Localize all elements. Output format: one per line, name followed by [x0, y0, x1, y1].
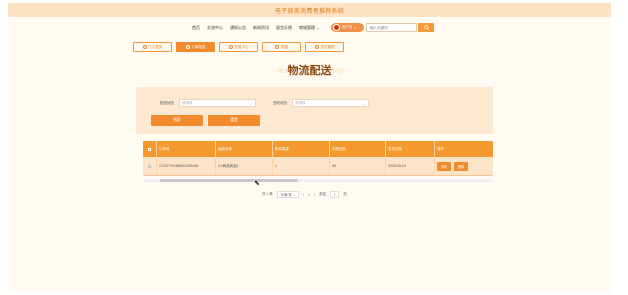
center-tabs: 个人首页 订单配送 充值中心 收藏 评论管理 [133, 42, 344, 52]
status-filter-select[interactable]: 请选择 ⌄ [179, 99, 256, 107]
receipt-filter-select[interactable]: 请选择 ⌄ [292, 99, 369, 107]
total-count: 共 1 条 [262, 192, 273, 196]
fee-cell: 96 [330, 157, 386, 175]
column-header: 订单号 [157, 141, 216, 157]
delete-button[interactable]: 删除 [454, 161, 468, 171]
goto-page-input[interactable]: 1 [330, 191, 340, 198]
column-header: 发货日期 [386, 141, 435, 157]
pagination: 共 1 条 10条/页 ⌄ ‹ 1 › 前往 1 页 [262, 191, 347, 198]
user-icon [142, 45, 147, 49]
next-page-button[interactable]: › [314, 193, 315, 197]
nav-link-home[interactable]: 首页 [192, 25, 200, 31]
star-icon [275, 45, 279, 49]
comment-icon [314, 45, 319, 49]
page-heading: festi物流配送xxdity 物流配送 [8, 62, 611, 78]
tab-favorites[interactable]: 收藏 [262, 42, 301, 52]
search-icon [423, 25, 429, 30]
current-page[interactable]: 1 [308, 193, 310, 197]
reset-filter-button[interactable]: 重置 [208, 115, 260, 126]
search-button[interactable] [418, 23, 434, 32]
order-icon [185, 45, 190, 49]
wallet-icon [228, 45, 233, 49]
row-select-cell [143, 157, 157, 175]
goto-label: 前往 [319, 192, 327, 196]
detail-button[interactable]: 详情 [437, 161, 451, 171]
column-header: 总配送费 [330, 141, 386, 157]
tab-orders[interactable]: 订单配送 [176, 42, 215, 52]
filter-panel: 配送状态 请选择 ⌄ 签收状态 请选择 ⌄ 搜索 重置 [136, 87, 493, 134]
tab-comments[interactable]: 评论管理 [305, 42, 344, 52]
orders-table: 订单号 商品名称 购买数量 总配送费 发货日期 操作 1743779135660… [143, 141, 493, 176]
app-title: 电子商务消费者推荐系统 [274, 9, 345, 15]
chevron-down-icon: ⌄ [362, 101, 365, 106]
chevron-down-icon: ⌄ [249, 101, 252, 106]
nav-link-forum[interactable]: 交流中心 [207, 25, 223, 31]
nav-link-feedback[interactable]: 留言反馈 [276, 25, 292, 31]
table-header: 订单号 商品名称 购买数量 总配送费 发货日期 操作 [143, 141, 493, 157]
column-header: 商品名称 [216, 141, 273, 157]
status-filter-placeholder: 请选择 [182, 100, 193, 105]
select-all-cell [143, 141, 157, 157]
nav-links: 首页 交流中心 通知公告 新闻资讯 留言反馈 商城管理 ⌄ [192, 25, 319, 31]
qty-cell: 1 [273, 157, 330, 175]
actions-cell: 详情 删除 [435, 157, 493, 175]
page-unit: 页 [343, 192, 347, 196]
tab-recharge[interactable]: 充值中心 [219, 42, 258, 52]
title-bar: 电子商务消费者推荐系统 [8, 3, 611, 17]
page-title: 物流配送 [287, 64, 332, 77]
avatar [333, 24, 340, 31]
order-no-cell: 17437791356601225446 [157, 157, 216, 175]
page-size-select[interactable]: 10条/页 ⌄ [276, 191, 299, 198]
receipt-filter-placeholder: 请选择 [295, 100, 306, 105]
status-filter-label: 配送状态 [160, 101, 174, 105]
tab-profile[interactable]: 个人首页 [133, 42, 172, 52]
product-cell: XX商品商品1 [216, 157, 273, 175]
search-filter-button[interactable]: 搜索 [151, 115, 203, 126]
user-name: 用户名 [342, 25, 353, 29]
chevron-down-icon: ▾ [354, 25, 357, 30]
table-row: 17437791356601225446 XX商品商品1 1 96 2025-0… [143, 157, 493, 176]
column-header: 操作 [437, 146, 444, 151]
prev-page-button[interactable]: ‹ [303, 193, 304, 197]
receipt-filter-label: 签收状态 [273, 101, 287, 105]
row-checkbox[interactable] [148, 164, 151, 168]
app-frame: 电子商务消费者推荐系统 首页 交流中心 通知公告 新闻资讯 留言反馈 商城管理 … [8, 3, 611, 292]
search-input[interactable] [366, 23, 417, 32]
nav-link-notice[interactable]: 通知公告 [230, 25, 246, 31]
user-menu[interactable]: 用户名 ▾ [331, 23, 364, 32]
nav-link-mall[interactable]: 商城管理 ⌄ [299, 25, 319, 31]
column-header: 购买数量 [273, 141, 330, 157]
date-cell: 2025-03-24 [386, 157, 435, 175]
scrollbar-thumb[interactable] [160, 179, 298, 182]
mouse-cursor-icon: ⬉ [254, 180, 260, 187]
top-nav: 首页 交流中心 通知公告 新闻资讯 留言反馈 商城管理 ⌄ 用户名 ▾ [8, 19, 611, 36]
select-all-checkbox[interactable] [148, 147, 151, 151]
nav-link-news[interactable]: 新闻资讯 [253, 25, 269, 31]
